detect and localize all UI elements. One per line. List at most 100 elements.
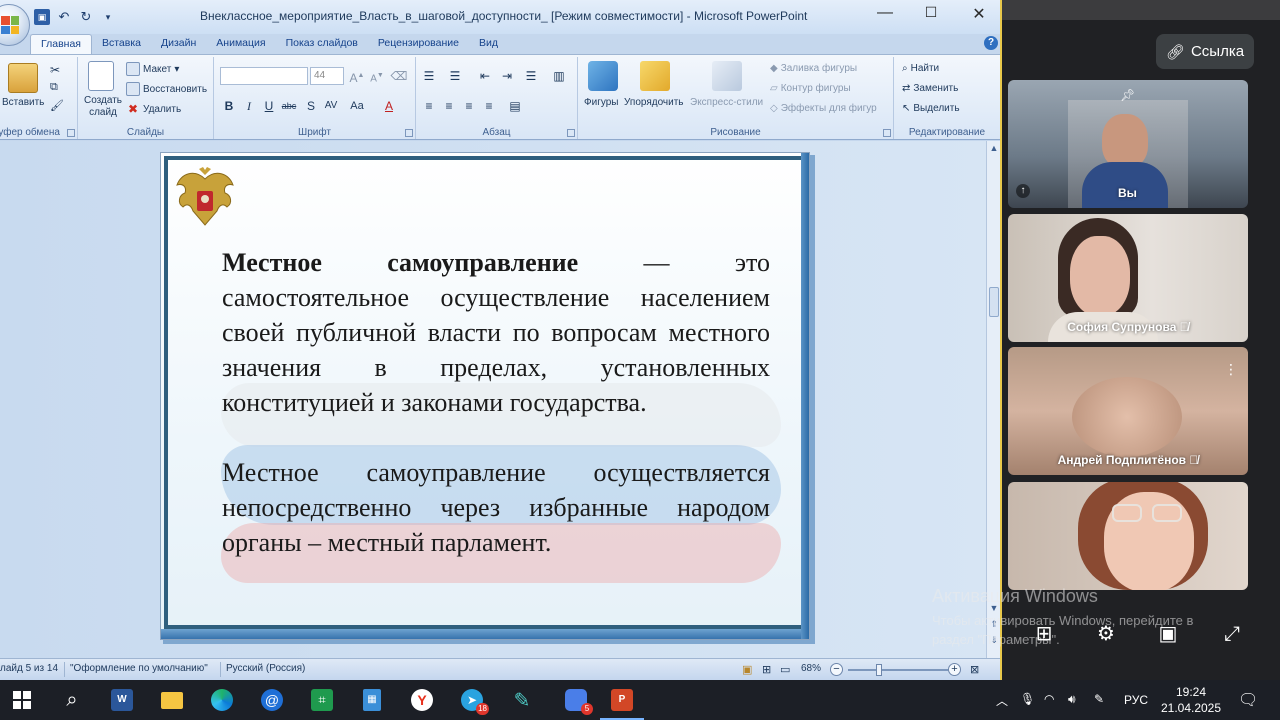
calculator-icon[interactable]: ▦ xyxy=(358,686,386,714)
italic-button[interactable]: I xyxy=(240,97,258,115)
notifications-icon[interactable]: 🗨︎ xyxy=(1238,690,1258,710)
layout-button[interactable]: Макет ▾ xyxy=(126,62,179,76)
change-case-button[interactable]: Aa xyxy=(348,97,366,115)
paragraph-launcher-icon[interactable] xyxy=(567,129,575,137)
cut-icon[interactable]: ✂ xyxy=(50,63,60,77)
shape-fill-button[interactable]: ◆ Заливка фигуры xyxy=(770,63,857,74)
bullets-icon[interactable]: ☰ xyxy=(420,67,438,85)
file-explorer-icon[interactable] xyxy=(158,686,186,714)
screen-share-icon[interactable]: ▣ xyxy=(1156,622,1180,646)
font-launcher-icon[interactable] xyxy=(405,129,413,137)
underline-button[interactable]: U xyxy=(260,97,278,115)
clear-format-icon[interactable]: ⌫ xyxy=(390,67,408,85)
tab-home[interactable]: Главная xyxy=(30,34,92,54)
grow-font-icon[interactable]: A▲ xyxy=(348,67,366,85)
shrink-font-icon[interactable]: A▼ xyxy=(368,67,386,85)
yandex-browser-icon[interactable]: Y xyxy=(408,686,436,714)
app-green-icon[interactable]: ⌗ xyxy=(308,686,336,714)
clock[interactable]: 19:24 21.04.2025 xyxy=(1156,684,1226,716)
spacing-button[interactable]: AV xyxy=(322,97,340,115)
columns-icon[interactable]: ▥ xyxy=(550,67,568,85)
paste-button[interactable]: Вставить xyxy=(2,97,44,108)
microphone-icon[interactable]: 🎙︎ xyxy=(1020,692,1035,706)
share-link-button[interactable]: 🔗︎ Ссылка xyxy=(1156,34,1254,69)
slide-sorter-icon[interactable]: ⊞ xyxy=(762,663,771,676)
zoom-out-icon[interactable]: − xyxy=(830,663,843,676)
select-button[interactable]: ↖ Выделить xyxy=(902,103,960,114)
align-left-icon[interactable]: ≡ xyxy=(420,97,438,115)
vertical-scrollbar[interactable]: ▲ ▼ ⇑ ⇓ xyxy=(986,141,1000,658)
text-direction-icon[interactable]: ▤ xyxy=(506,97,524,115)
shape-outline-button[interactable]: ▱ Контур фигуры xyxy=(770,83,851,94)
slide[interactable]: Местное самоуправление — это самостоятел… xyxy=(160,152,810,640)
decrease-indent-icon[interactable]: ⇤ xyxy=(476,67,494,85)
replace-button[interactable]: ⇄ Заменить xyxy=(902,83,958,94)
zoom-slider[interactable] xyxy=(848,669,948,671)
copy-icon[interactable]: ⧉ xyxy=(50,81,58,94)
tab-view[interactable]: Вид xyxy=(469,34,508,54)
clipboard-launcher-icon[interactable] xyxy=(67,129,75,137)
tab-animation[interactable]: Анимация xyxy=(206,34,275,54)
format-painter-icon[interactable]: 🖌 xyxy=(50,99,64,112)
strikethrough-button[interactable]: abc xyxy=(280,97,298,115)
telegram-icon[interactable]: ➤ 18 xyxy=(458,686,489,715)
participant-tile-sofia[interactable]: София Супрунова 🎙̸ xyxy=(1008,214,1248,342)
messenger-icon[interactable]: 5 xyxy=(562,686,593,715)
tab-insert[interactable]: Вставка xyxy=(92,34,151,54)
align-center-icon[interactable]: ≡ xyxy=(440,97,458,115)
input-language[interactable]: РУС xyxy=(1124,693,1148,707)
grid-layout-icon[interactable]: ⊞ xyxy=(1032,622,1056,646)
minimize-icon[interactable]: — xyxy=(870,4,900,22)
justify-icon[interactable]: ≡ xyxy=(480,97,498,115)
participant-tile-self[interactable]: 📌︎ ↑ Вы xyxy=(1008,80,1248,208)
customize-qat-icon[interactable]: ▾ xyxy=(100,9,116,25)
redo-icon[interactable]: ↻ xyxy=(78,9,94,25)
participant-tile-andrey[interactable]: ⋮ Андрей Подплитёнов 🎙̸ xyxy=(1008,347,1248,475)
word-icon[interactable]: W xyxy=(108,686,136,714)
tab-slideshow[interactable]: Показ слайдов xyxy=(276,34,368,54)
maximize-icon[interactable]: ☐ xyxy=(916,4,946,21)
quick-styles-button[interactable]: Экспресс-стили xyxy=(690,97,763,108)
delete-slide-button[interactable]: ✖ Удалить xyxy=(126,102,181,116)
edge-icon[interactable] xyxy=(208,686,236,714)
shapes-button[interactable]: Фигуры xyxy=(584,97,618,108)
reset-button[interactable]: Восстановить xyxy=(126,82,207,96)
increase-indent-icon[interactable]: ⇥ xyxy=(498,67,516,85)
fit-to-window-icon[interactable]: ⊠ xyxy=(970,663,979,676)
undo-icon[interactable]: ↶ xyxy=(56,9,72,25)
fullscreen-icon[interactable]: ⤢ xyxy=(1220,622,1244,646)
save-icon[interactable]: ▣ xyxy=(34,9,50,25)
help-icon[interactable]: ? xyxy=(984,36,998,50)
slide-body-text[interactable]: Местное самоуправление — это самостоятел… xyxy=(222,245,770,560)
participant-tile-fourth[interactable] xyxy=(1008,482,1248,590)
more-options-icon[interactable]: ⋮ xyxy=(1224,361,1238,378)
tab-review[interactable]: Рецензирование xyxy=(368,34,469,54)
shadow-button[interactable]: S xyxy=(302,97,320,115)
new-slide-button[interactable]: Создать слайд xyxy=(82,95,124,119)
zoom-slider-handle[interactable] xyxy=(876,664,882,676)
search-icon[interactable]: ⌕ xyxy=(58,686,86,714)
slideshow-icon[interactable]: ▭ xyxy=(780,663,790,676)
upload-icon[interactable]: ↑ xyxy=(1016,184,1030,198)
scroll-thumb[interactable] xyxy=(989,287,999,317)
numbering-icon[interactable]: ☰ xyxy=(446,67,464,85)
powerpoint-taskbar-icon[interactable]: P xyxy=(608,686,636,714)
find-button[interactable]: ⌕ Найти xyxy=(902,63,939,74)
pen-tray-icon[interactable]: ✎ xyxy=(1094,692,1104,706)
pin-icon[interactable]: 📌︎ xyxy=(1120,88,1135,102)
mail-icon[interactable]: @ xyxy=(258,686,286,714)
line-spacing-icon[interactable]: ☰ xyxy=(522,67,540,85)
wifi-icon[interactable]: ◠ xyxy=(1044,692,1054,706)
font-name-input[interactable] xyxy=(220,67,308,85)
font-size-input[interactable]: 44 xyxy=(310,67,344,85)
language-status[interactable]: Русский (Россия) xyxy=(226,663,305,674)
shape-effects-button[interactable]: ◇ Эффекты для фигур xyxy=(770,103,877,114)
scroll-up-icon[interactable]: ▲ xyxy=(987,143,1000,153)
bold-button[interactable]: B xyxy=(220,97,238,115)
zoom-level[interactable]: 68% xyxy=(801,663,821,674)
pen-app-icon[interactable]: ✎ xyxy=(508,686,536,714)
zoom-in-icon[interactable]: + xyxy=(948,663,961,676)
volume-icon[interactable]: 🔊︎ xyxy=(1068,692,1076,707)
close-icon[interactable]: ✕ xyxy=(964,4,994,24)
font-color-button[interactable]: A xyxy=(380,97,398,115)
